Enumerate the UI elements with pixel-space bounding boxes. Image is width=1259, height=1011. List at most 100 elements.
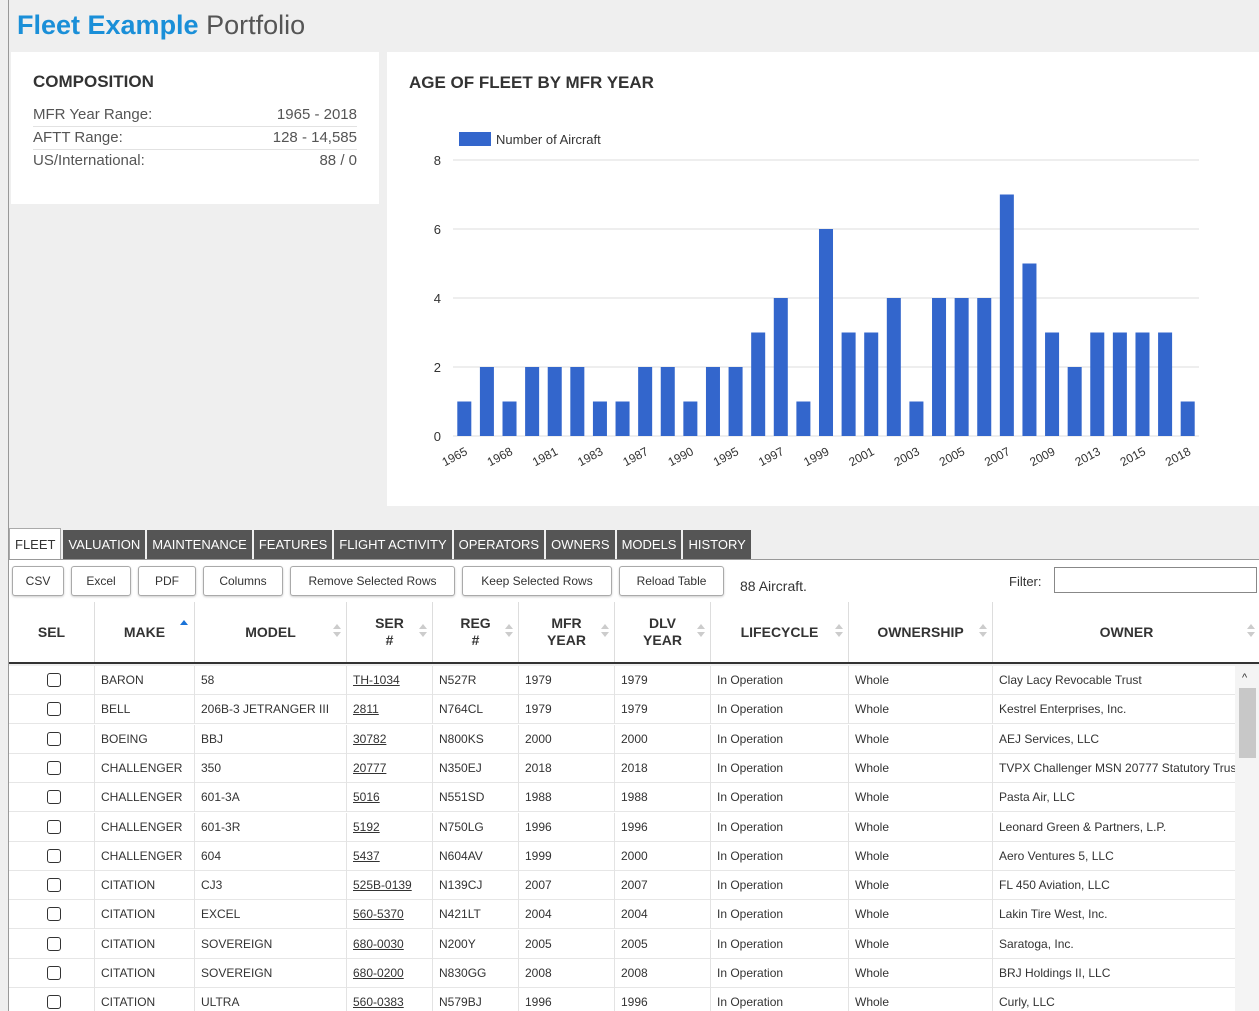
chart-bar[interactable] bbox=[1045, 332, 1060, 437]
scroll-thumb[interactable] bbox=[1239, 688, 1256, 758]
cell-ser[interactable]: 30782 bbox=[347, 724, 433, 754]
table-row[interactable]: CHALLENGER 601-3R 5192 N750LG 1996 1996 In Ope… bbox=[9, 812, 1235, 842]
table-row[interactable]: CITATION SOVEREIGN 680-0030 N200Y 2005 2005 In… bbox=[9, 929, 1235, 959]
chart-bar[interactable] bbox=[1067, 367, 1082, 436]
chart-bar[interactable] bbox=[683, 401, 698, 437]
chart-bar[interactable] bbox=[615, 401, 630, 437]
chart-bar[interactable] bbox=[592, 401, 607, 437]
row-select-checkbox[interactable] bbox=[47, 819, 61, 834]
row-select-checkbox[interactable] bbox=[47, 907, 61, 922]
cell-ser[interactable]: 680-0200 bbox=[347, 959, 433, 988]
pdf-button[interactable]: PDF bbox=[138, 566, 196, 596]
cell-ser[interactable]: 525B-0139 bbox=[347, 871, 433, 901]
col-reg[interactable]: REG # bbox=[433, 602, 519, 662]
chart-bar[interactable] bbox=[751, 332, 766, 437]
row-select-checkbox[interactable] bbox=[47, 995, 61, 1010]
chart-bar[interactable] bbox=[886, 298, 901, 436]
chart-bar[interactable] bbox=[954, 298, 969, 436]
table-row[interactable]: CHALLENGER 601-3A 5016 N551SD 1988 1988 In Ope… bbox=[9, 783, 1235, 813]
chart-bar[interactable] bbox=[864, 332, 879, 437]
chart-bar[interactable] bbox=[909, 401, 924, 437]
tab-flight-activity[interactable]: FLIGHT ACTIVITY bbox=[334, 530, 452, 560]
table-row[interactable]: CITATION EXCEL 560-5370 N421LT 2004 2004 In Op… bbox=[9, 900, 1235, 930]
chart-bar[interactable] bbox=[796, 401, 811, 437]
cell-ser[interactable]: 680-0030 bbox=[347, 929, 433, 959]
tab-features[interactable]: FEATURES bbox=[253, 530, 333, 560]
chart-bar[interactable] bbox=[1180, 401, 1195, 437]
row-select-checkbox[interactable] bbox=[47, 848, 61, 863]
row-select-checkbox[interactable] bbox=[47, 966, 61, 980]
tab-fleet[interactable]: FLEET bbox=[9, 528, 62, 560]
tab-history[interactable]: HISTORY bbox=[683, 530, 751, 560]
row-select-checkbox[interactable] bbox=[47, 731, 61, 746]
chart-bar[interactable] bbox=[570, 367, 585, 436]
chart-bar[interactable] bbox=[773, 298, 788, 436]
table-row[interactable]: CITATION ULTRA 560-0383 N579BJ 1996 1996 In Op… bbox=[9, 988, 1235, 1011]
remove-selected-rows-button[interactable]: Remove Selected Rows bbox=[290, 566, 455, 596]
chart-bar[interactable] bbox=[818, 229, 834, 436]
cell-ser[interactable]: 5437 bbox=[347, 841, 433, 871]
chart-bar[interactable] bbox=[1022, 263, 1037, 437]
columns-button[interactable]: Columns bbox=[203, 566, 283, 596]
chart-bar[interactable] bbox=[977, 298, 992, 436]
col-ownership[interactable]: OWNERSHIP bbox=[849, 602, 993, 662]
col-model[interactable]: MODEL bbox=[195, 602, 347, 662]
chart-bar[interactable] bbox=[1090, 332, 1105, 437]
chart-bar[interactable] bbox=[547, 367, 562, 436]
chart-bar[interactable] bbox=[999, 194, 1014, 437]
row-select-checkbox[interactable] bbox=[47, 936, 61, 951]
row-select-checkbox[interactable] bbox=[47, 760, 61, 775]
col-dlv-year[interactable]: DLV YEAR bbox=[615, 602, 711, 662]
reload-table-button[interactable]: Reload Table bbox=[619, 566, 724, 596]
col-ser[interactable]: SER # bbox=[347, 602, 433, 662]
col-lifecycle[interactable]: LIFECYCLE bbox=[711, 602, 849, 662]
tab-owners[interactable]: OWNERS bbox=[546, 530, 615, 560]
table-row[interactable]: CHALLENGER 604 5437 N604AV 1999 2000 In Operat… bbox=[9, 841, 1235, 871]
chart-bar[interactable] bbox=[525, 367, 540, 436]
tab-operators[interactable]: OPERATORS bbox=[453, 530, 545, 560]
table-row[interactable]: CHALLENGER 350 20777 N350EJ 2018 2018 In Opera… bbox=[9, 753, 1235, 783]
tab-models[interactable]: MODELS bbox=[616, 530, 682, 560]
cell-ser[interactable]: TH-1034 bbox=[347, 666, 433, 695]
col-owner[interactable]: OWNER bbox=[993, 602, 1259, 662]
cell-ser[interactable]: 2811 bbox=[347, 695, 433, 725]
filter-input[interactable] bbox=[1054, 567, 1257, 593]
chart-bar[interactable] bbox=[841, 332, 856, 437]
col-sel[interactable]: SEL bbox=[9, 602, 95, 662]
chart-bar[interactable] bbox=[660, 367, 675, 436]
cell-ser[interactable]: 5016 bbox=[347, 783, 433, 813]
row-select-checkbox[interactable] bbox=[47, 878, 61, 893]
cell-mfr-year: 2008 bbox=[519, 959, 615, 988]
chart-bar[interactable] bbox=[457, 401, 472, 437]
chart-bar[interactable] bbox=[1112, 332, 1127, 437]
col-mfr-year[interactable]: MFR YEAR bbox=[519, 602, 615, 662]
chart-bar[interactable] bbox=[502, 401, 517, 437]
chart-bar[interactable] bbox=[638, 367, 653, 436]
table-row[interactable]: BOEING BBJ 30782 N800KS 2000 2000 In Operation… bbox=[9, 724, 1235, 754]
chart-bar[interactable] bbox=[932, 298, 947, 436]
chart-bar[interactable] bbox=[1135, 332, 1150, 437]
tab-valuation[interactable]: VALUATION bbox=[63, 530, 146, 560]
cell-ser[interactable]: 20777 bbox=[347, 753, 433, 783]
cell-ser[interactable]: 560-5370 bbox=[347, 900, 433, 930]
chart-bar[interactable] bbox=[728, 367, 743, 436]
table-row[interactable]: BARON 58 TH-1034 N527R 1979 1979 In Operation W… bbox=[9, 666, 1235, 695]
table-row[interactable]: BELL 206B-3 JETRANGER III 2811 N764CL 1979 19… bbox=[9, 695, 1235, 725]
chart-bar[interactable] bbox=[479, 367, 494, 436]
csv-button[interactable]: CSV bbox=[12, 566, 64, 596]
chart-bar[interactable] bbox=[1158, 332, 1173, 437]
table-row[interactable]: CITATION CJ3 525B-0139 N139CJ 2007 2007 In Ope… bbox=[9, 871, 1235, 901]
chart-bar[interactable] bbox=[705, 367, 720, 436]
tab-maintenance[interactable]: MAINTENANCE bbox=[147, 530, 252, 560]
row-select-checkbox[interactable] bbox=[47, 790, 61, 805]
table-scrollbar[interactable]: ^ bbox=[1235, 666, 1259, 1011]
row-select-checkbox[interactable] bbox=[47, 702, 61, 717]
table-row[interactable]: CITATION SOVEREIGN 680-0200 N830GG 2008 2008 I… bbox=[9, 959, 1235, 988]
col-make[interactable]: MAKE bbox=[95, 602, 195, 662]
excel-button[interactable]: Excel bbox=[71, 566, 131, 596]
cell-ser[interactable]: 560-0383 bbox=[347, 988, 433, 1011]
scroll-up-icon[interactable]: ^ bbox=[1242, 673, 1252, 684]
cell-ser[interactable]: 5192 bbox=[347, 812, 433, 842]
row-select-checkbox[interactable] bbox=[47, 673, 61, 687]
keep-selected-rows-button[interactable]: Keep Selected Rows bbox=[462, 566, 612, 596]
